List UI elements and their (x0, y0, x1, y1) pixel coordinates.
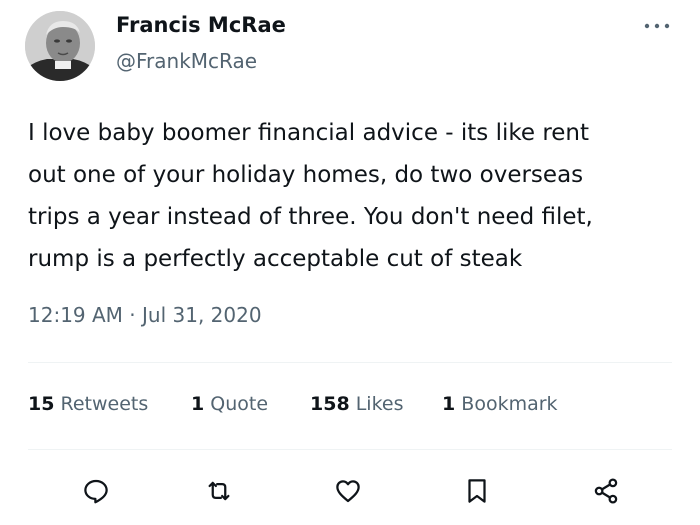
more-options-button[interactable] (642, 16, 672, 36)
divider (28, 449, 672, 450)
share-icon (594, 478, 618, 504)
profile-photo-icon (25, 11, 95, 81)
stat-retweets[interactable]: 15 Retweets (28, 393, 148, 415)
like-button[interactable] (331, 474, 365, 508)
tweet-card: Francis McRae @FrankMcRae I love baby bo… (0, 0, 700, 525)
tweet-text-line: I love baby boomer financial advice - it… (28, 120, 590, 146)
reply-icon (84, 479, 108, 504)
bookmark-button[interactable] (460, 474, 494, 508)
stat-count: 158 (310, 393, 350, 415)
stat-label: Retweets (60, 393, 149, 415)
avatar[interactable] (25, 11, 95, 81)
stat-count: 15 (28, 393, 55, 415)
stat-quotes[interactable]: 1 Quote (191, 393, 268, 415)
author-handle[interactable]: @FrankMcRae (116, 49, 257, 73)
stat-count: 1 (442, 393, 456, 415)
tweet-timestamp[interactable]: 12:19 AM · Jul 31, 2020 (28, 303, 262, 327)
stat-bookmarks[interactable]: 1 Bookmark (442, 393, 558, 415)
tweet-text-line: out one of your holiday homes, do two ov… (28, 162, 584, 188)
stat-likes[interactable]: 158 Likes (310, 393, 404, 415)
tweet-text-line: rump is a perfectly acceptable cut of st… (28, 246, 523, 272)
stat-label: Quote (210, 393, 269, 415)
stat-label: Bookmark (461, 393, 558, 415)
tweet-text-line: trips a year instead of three. You don't… (28, 204, 593, 230)
retweet-icon (208, 481, 230, 501)
stat-count: 1 (191, 393, 205, 415)
more-horizontal-icon (644, 23, 670, 29)
author-display-name[interactable]: Francis McRae (116, 13, 286, 37)
share-button[interactable] (589, 474, 623, 508)
bookmark-icon (468, 479, 486, 503)
stat-label: Likes (355, 393, 404, 415)
tweet-text: I love baby boomer financial advice - it… (28, 112, 678, 280)
retweet-button[interactable] (202, 474, 236, 508)
reply-button[interactable] (79, 474, 113, 508)
heart-icon (336, 480, 360, 503)
divider (28, 362, 672, 363)
